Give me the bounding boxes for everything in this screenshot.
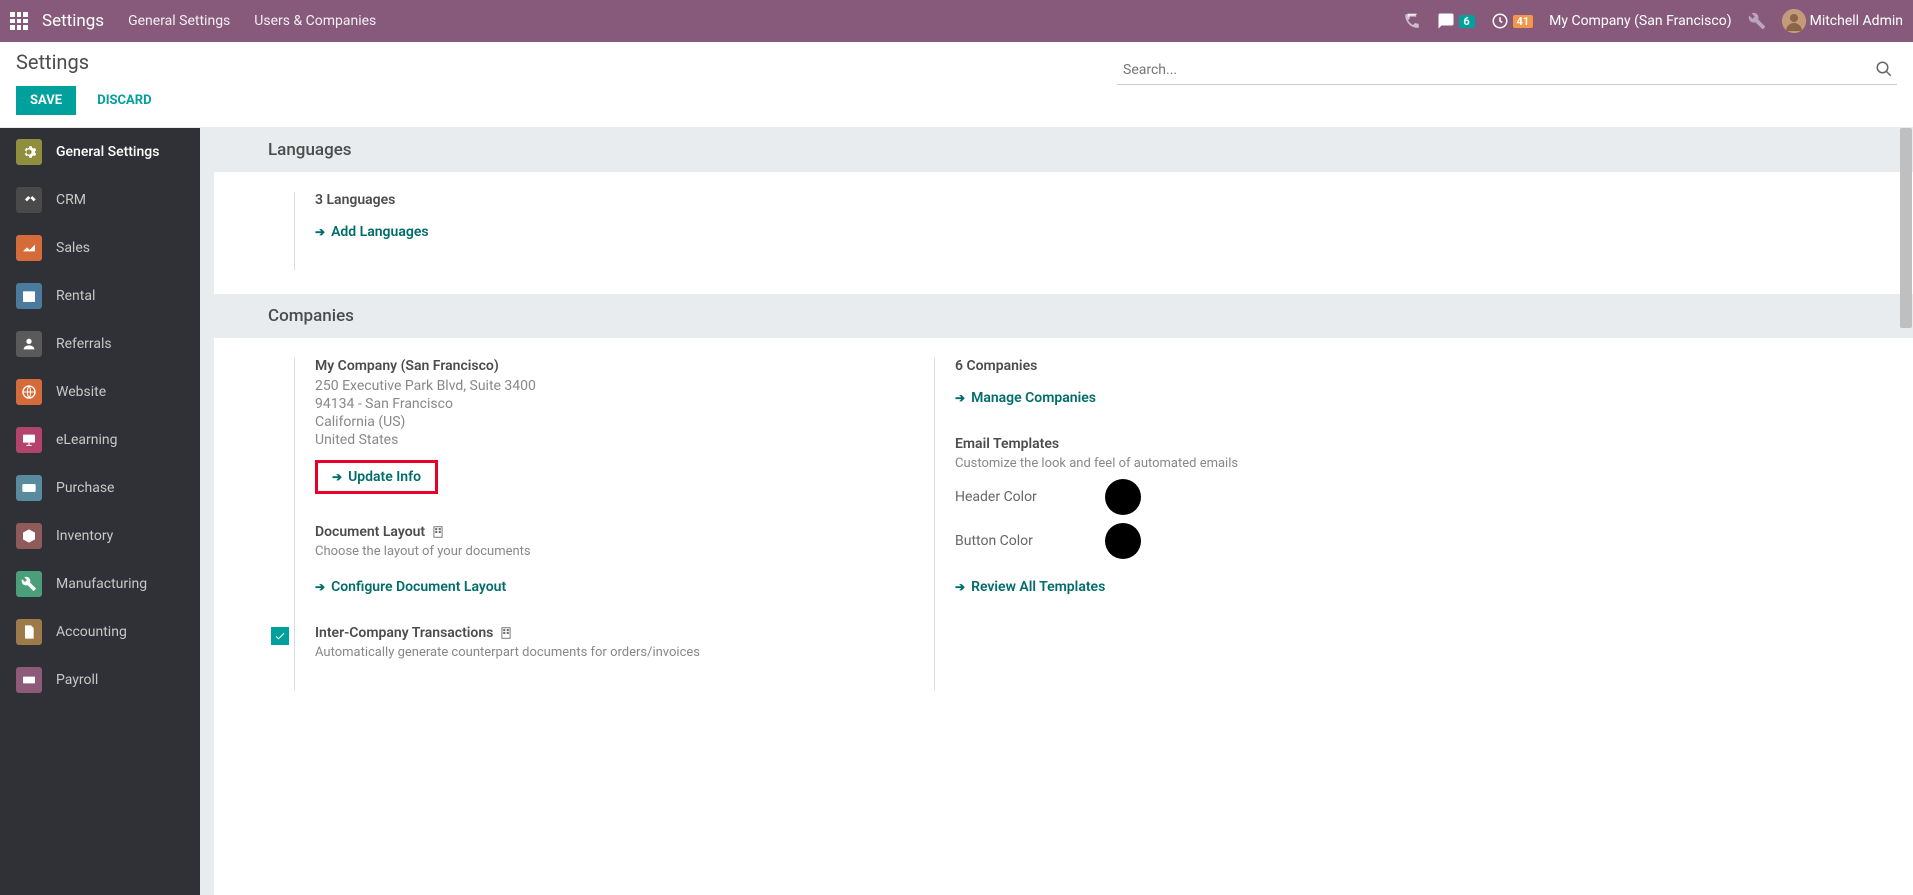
sidebar-item-label: Rental [56,288,95,304]
sidebar-item-purchase[interactable]: Purchase [0,464,200,512]
messages-icon[interactable]: 6 [1437,12,1475,30]
sidebar-item-crm[interactable]: CRM [0,176,200,224]
gear-icon [16,139,42,165]
languages-count: 3 Languages [315,192,854,208]
arrow-right-icon: ➔ [315,580,325,594]
sidebar-scrollbar[interactable] [201,128,213,218]
calendar-icon [16,283,42,309]
header-color-label: Header Color [955,489,1065,505]
company-selector[interactable]: My Company (San Francisco) [1549,13,1731,29]
document-layout-title: Document Layout [315,524,854,540]
sidebar-item-accounting[interactable]: Accounting [0,608,200,656]
debug-icon[interactable] [1748,12,1766,30]
sidebar-item-label: CRM [56,192,86,208]
sidebar-item-payroll[interactable]: Payroll [0,656,200,704]
sidebar-item-inventory[interactable]: Inventory [0,512,200,560]
company-addr4: United States [315,432,854,448]
brand[interactable]: Settings [42,11,104,31]
sidebar-item-label: Payroll [56,672,98,688]
settings-content: Languages 3 Languages ➔ Add Languages Co… [214,128,1913,895]
sidebar-item-sales[interactable]: Sales [0,224,200,272]
section-languages-header: Languages [214,128,1913,172]
activities-badge: 41 [1513,15,1534,28]
menu-general-settings[interactable]: General Settings [128,13,230,29]
discard-button[interactable]: DISCARD [87,86,161,115]
sidebar-item-general-settings[interactable]: General Settings [0,128,200,176]
intercompany-sub: Automatically generate counterpart docum… [315,645,854,660]
card-icon [16,475,42,501]
search-input[interactable] [1117,56,1897,85]
sidebar-item-label: Accounting [56,624,127,640]
sidebar-item-website[interactable]: Website [0,368,200,416]
box-icon [16,523,42,549]
user-name: Mitchell Admin [1810,13,1903,29]
save-button[interactable]: SAVE [16,86,76,115]
sidebar-item-label: Website [56,384,106,400]
button-color-label: Button Color [955,533,1065,549]
avatar [1782,9,1806,33]
configure-document-layout-link[interactable]: ➔ Configure Document Layout [315,579,506,595]
settings-sidebar: General Settings CRM Sales Rental Referrals W… [0,128,214,895]
user-menu[interactable]: Mitchell Admin [1782,9,1903,33]
board-icon [16,427,42,453]
sidebar-item-label: eLearning [56,432,117,448]
email-templates-sub: Customize the look and feel of automated… [955,456,1494,471]
chart-icon [16,235,42,261]
messages-badge: 6 [1459,15,1475,28]
sidebar-item-manufacturing[interactable]: Manufacturing [0,560,200,608]
person-icon [16,331,42,357]
arrow-right-icon: ➔ [955,580,965,594]
arrow-right-icon: ➔ [332,470,342,484]
add-languages-link[interactable]: ➔ Add Languages [315,224,429,240]
search-icon[interactable] [1875,60,1893,82]
company-name: My Company (San Francisco) [315,358,854,374]
apps-icon[interactable] [10,12,28,30]
sidebar-item-label: Inventory [56,528,113,544]
section-companies-header: Companies [214,294,1913,338]
handshake-icon [16,187,42,213]
sidebar-item-elearning[interactable]: eLearning [0,416,200,464]
control-panel: Settings SAVE DISCARD [0,42,1913,128]
manage-companies-link[interactable]: ➔ Manage Companies [955,390,1096,406]
sidebar-item-label: Sales [56,240,90,256]
voip-icon[interactable] [1403,12,1421,30]
page-title: Settings [16,50,162,74]
document-layout-sub: Choose the layout of your documents [315,544,854,559]
update-info-highlight: ➔ Update Info [315,460,438,494]
arrow-right-icon: ➔ [315,225,325,239]
review-templates-link[interactable]: ➔ Review All Templates [955,579,1105,595]
sidebar-item-referrals[interactable]: Referrals [0,320,200,368]
activities-icon[interactable]: 41 [1491,12,1534,30]
intercompany-title: Inter-Company Transactions [315,625,854,641]
building-icon [499,626,513,640]
sidebar-item-label: Purchase [56,480,114,496]
header-color-swatch[interactable] [1105,479,1141,515]
intercompany-checkbox[interactable] [271,627,289,645]
arrow-right-icon: ➔ [955,391,965,405]
money-icon [16,667,42,693]
button-color-swatch[interactable] [1105,523,1141,559]
companies-count: 6 Companies [955,358,1494,374]
sidebar-item-label: Referrals [56,336,112,352]
wrench-icon [16,571,42,597]
menu-users-companies[interactable]: Users & Companies [254,13,376,29]
company-addr3: California (US) [315,414,854,430]
update-info-link[interactable]: ➔ Update Info [332,469,421,485]
sidebar-item-label: Manufacturing [56,576,147,592]
doc-icon [16,619,42,645]
sidebar-item-rental[interactable]: Rental [0,272,200,320]
topbar: Settings General Settings Users & Compan… [0,0,1913,42]
sidebar-item-label: General Settings [56,144,159,160]
company-addr1: 250 Executive Park Blvd, Suite 3400 [315,378,854,394]
building-icon [431,525,445,539]
company-addr2: 94134 - San Francisco [315,396,854,412]
globe-icon [16,379,42,405]
email-templates-title: Email Templates [955,436,1494,452]
main-scrollbar[interactable] [1900,128,1912,328]
